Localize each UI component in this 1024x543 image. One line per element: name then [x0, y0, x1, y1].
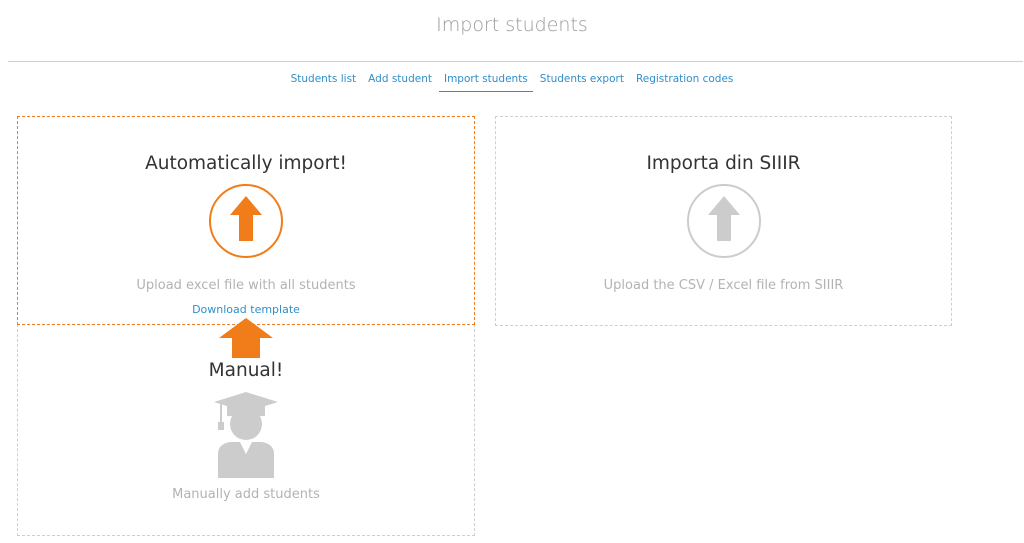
tab-import-students[interactable]: Import students [438, 71, 533, 92]
upload-arrow-icon [209, 184, 283, 258]
title-divider [8, 61, 1023, 62]
manual-card-description: Manually add students [172, 487, 320, 502]
students-tabs: Students list Add student Import student… [0, 71, 1024, 92]
siiir-import-card[interactable]: Importa din SIIIR Upload the CSV / Excel… [495, 116, 952, 326]
graduate-student-icon [214, 392, 278, 480]
auto-import-card[interactable]: Automatically import! Upload excel file … [17, 116, 475, 325]
auto-import-description: Upload excel file with all students [136, 278, 356, 293]
tab-registration-codes[interactable]: Registration codes [631, 71, 738, 92]
pointer-arrow-icon [219, 318, 273, 362]
auto-import-title: Automatically import! [145, 153, 347, 174]
tab-students-export[interactable]: Students export [535, 71, 629, 92]
download-template-link[interactable]: Download template [17, 303, 475, 316]
siiir-import-description: Upload the CSV / Excel file from SIIIR [603, 278, 844, 293]
page-title: Import students [436, 14, 588, 36]
tab-students-list[interactable]: Students list [286, 71, 362, 92]
manual-card-title: Manual! [208, 360, 284, 381]
upload-arrow-icon [686, 184, 761, 258]
tab-add-student[interactable]: Add student [363, 71, 437, 92]
siiir-import-title: Importa din SIIIR [646, 153, 801, 174]
